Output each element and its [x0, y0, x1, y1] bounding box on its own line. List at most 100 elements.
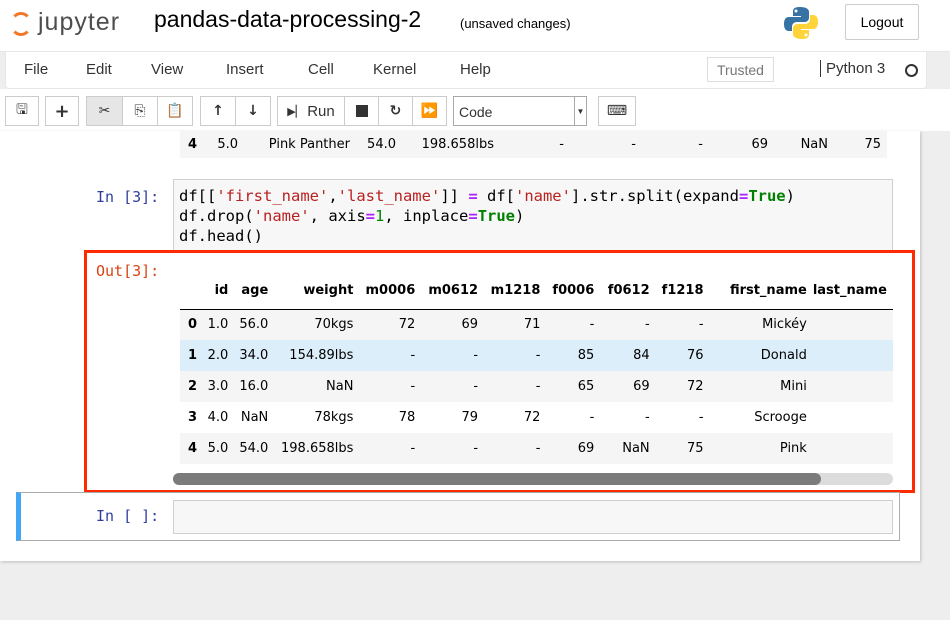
column-header: m0612	[421, 273, 485, 310]
table-row: 2 3.0 16.0 NaN - - -65 69 72 Mini	[180, 371, 893, 402]
table-cell: 4.0	[207, 410, 229, 425]
horizontal-scrollbar[interactable]	[173, 473, 893, 485]
table-cell: 56.0	[234, 309, 275, 340]
command-palette-button[interactable]: ⌨	[598, 96, 636, 126]
cut-button[interactable]: ✂	[86, 96, 123, 126]
column-header: first_name	[709, 273, 813, 310]
menu-kernel[interactable]: Kernel	[373, 61, 416, 78]
cell: -	[631, 137, 636, 152]
restart-run-all-button[interactable]: ⏩	[412, 96, 447, 126]
table-cell: Donald	[709, 340, 813, 371]
save-button[interactable]: 🖫	[5, 96, 39, 126]
table-cell: 79	[461, 410, 479, 425]
table-cell: -	[421, 433, 485, 464]
row-index: 0	[180, 309, 204, 340]
output-area: id age weight m0006 m0612 m1218 f0006 f0612 f121…	[180, 273, 893, 473]
copy-button[interactable]: ⎘	[122, 96, 158, 126]
move-down-button[interactable]: ↓	[235, 96, 271, 126]
paste-button[interactable]: 📋	[157, 96, 193, 126]
table-cell: -	[655, 309, 710, 340]
table-cell: NaN	[274, 371, 360, 402]
table-cell	[812, 309, 893, 340]
table-cell: 1.0	[203, 309, 235, 340]
scrollbar-thumb[interactable]	[173, 473, 821, 485]
table-cell: 3.0	[203, 371, 235, 402]
table-cell: 70kgs	[274, 309, 360, 340]
insert-cell-button[interactable]: +	[45, 96, 79, 126]
table-cell: 85	[546, 340, 601, 371]
menu-edit[interactable]: Edit	[86, 61, 112, 78]
table-cell: 154.89lbs	[274, 340, 360, 371]
table-cell: Mini	[709, 371, 813, 402]
table-cell: -	[644, 410, 650, 425]
table-cell: 69	[546, 433, 601, 464]
restart-button[interactable]: ↻	[378, 96, 413, 126]
in-prompt-empty: In [ ]:	[96, 507, 160, 525]
table-cell	[813, 402, 893, 433]
table-row: 0 1.0 56.0 70kgs 72 69 71- - - Mickéy	[180, 309, 893, 340]
stop-icon	[355, 105, 368, 117]
table-cell: Scrooge	[754, 410, 807, 425]
notebook-title[interactable]: pandas-data-processing-2	[154, 6, 421, 33]
table-cell: -	[421, 340, 485, 371]
table-cell: NaN	[240, 410, 269, 425]
table-cell	[812, 371, 893, 402]
table-cell: 84	[600, 340, 656, 371]
menu-help[interactable]: Help	[460, 61, 491, 78]
column-header: age	[234, 273, 275, 310]
table-cell: -	[421, 371, 485, 402]
table-cell: 198.658lbs	[274, 433, 360, 464]
row-index: 1	[180, 340, 204, 371]
table-cell: 54.0	[234, 433, 275, 464]
run-button[interactable]: ▶▏ Run	[277, 96, 345, 126]
menu-view[interactable]: View	[151, 61, 183, 78]
code-input[interactable]: df[['first_name','last_name']] = df['nam…	[173, 179, 893, 251]
table-cell: 75	[655, 433, 710, 464]
cell: -	[559, 137, 564, 152]
row-index: 3	[188, 410, 198, 425]
menu-file[interactable]: File	[24, 61, 48, 78]
table-cell: 76	[655, 340, 710, 371]
toolbar: 🖫 + ✂ ⎘ 📋 ↑ ↓ ▶▏ Run ↻ ⏩ Code ▼ ⌨	[0, 89, 950, 131]
cell-type-select[interactable]: Code ▼	[453, 96, 587, 126]
cell: 75	[864, 137, 881, 152]
table-cell: 72	[523, 410, 541, 425]
kernel-name[interactable]: Python 3	[820, 60, 885, 77]
table-cell: -	[484, 433, 547, 464]
logout-button[interactable]: Logout	[845, 4, 919, 40]
table-cell: 72	[655, 371, 710, 402]
jupyter-logo[interactable]: jupyter	[10, 6, 140, 42]
table-cell: 65	[546, 371, 601, 402]
fast-forward-icon: ⏩	[420, 103, 439, 119]
table-row: 3 4.0 NaN 78kgs 78 79 72 - - - Scrooge	[180, 402, 893, 433]
column-header: m1218	[484, 273, 547, 310]
python-logo-icon	[784, 7, 818, 39]
menu-cell[interactable]: Cell	[308, 61, 334, 78]
header: jupyter pandas-data-processing-2 (unsave…	[0, 0, 950, 52]
column-header: f0612	[600, 273, 656, 310]
row-index: 4	[188, 137, 198, 152]
save-status: (unsaved changes)	[460, 16, 571, 31]
table-cell: 72	[359, 309, 422, 340]
menubar: File Edit View Insert Cell Kernel Help T…	[5, 52, 927, 89]
interrupt-button[interactable]	[344, 96, 379, 126]
row-index: 2	[180, 371, 204, 402]
column-header: f0006	[546, 273, 601, 310]
code-input-empty[interactable]	[173, 500, 893, 534]
table-cell: -	[589, 410, 595, 425]
notebook-container: 4 5.0 Pink Panther 54.0 198.658lbs - - -…	[0, 131, 920, 561]
table-cell: 78	[398, 410, 416, 425]
cell: NaN	[800, 137, 828, 152]
menu-insert[interactable]: Insert	[226, 61, 264, 78]
plus-icon: +	[54, 100, 70, 122]
column-header	[180, 273, 204, 310]
table-cell: 2.0	[203, 340, 235, 371]
table-cell: 16.0	[234, 371, 275, 402]
table-cell: 69	[421, 309, 485, 340]
table-cell: 78kgs	[314, 410, 354, 425]
table-cell: -	[600, 309, 656, 340]
table-cell	[812, 340, 893, 371]
move-up-button[interactable]: ↑	[200, 96, 236, 126]
chevron-down-icon: ▼	[574, 97, 586, 125]
trusted-indicator[interactable]: Trusted	[707, 57, 774, 82]
